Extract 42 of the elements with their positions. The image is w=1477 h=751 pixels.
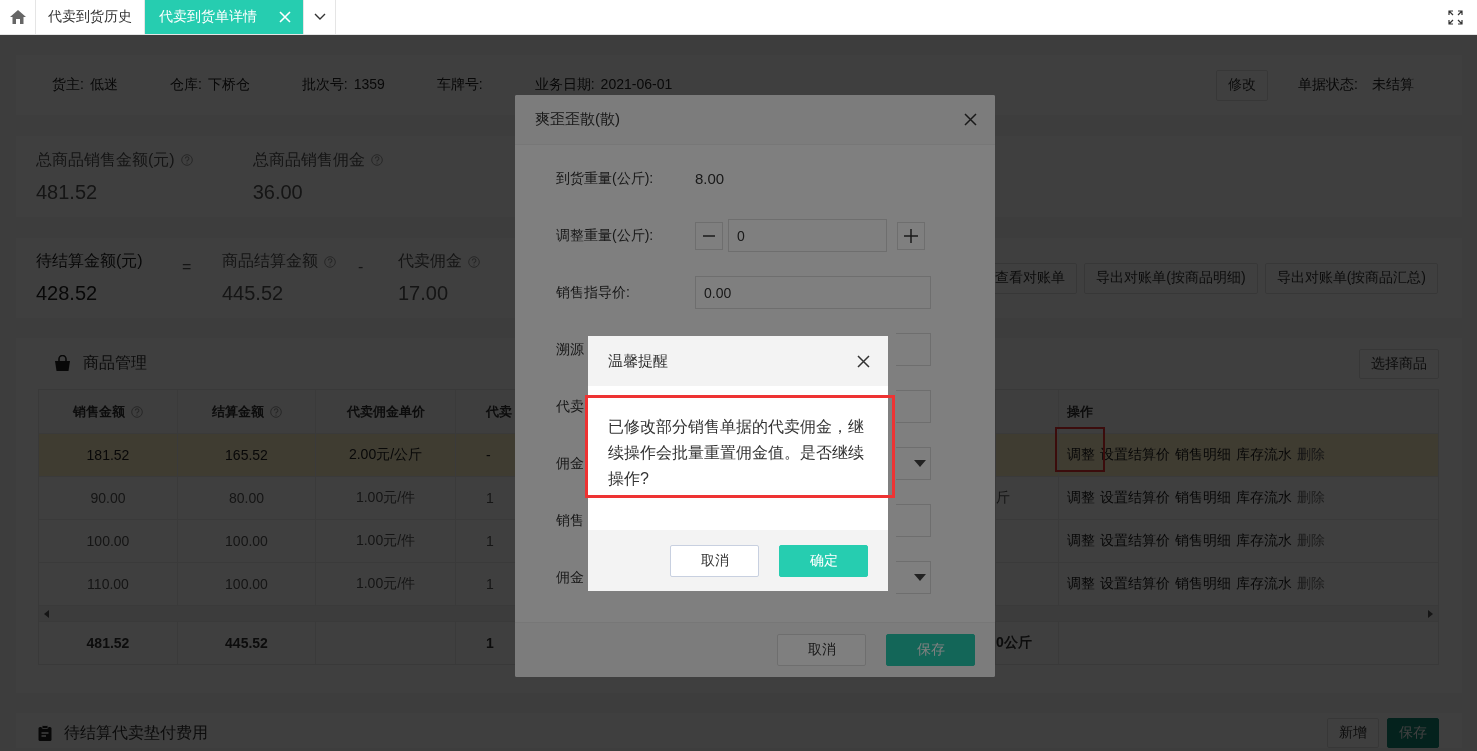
chevron-down-icon [313,13,326,21]
form-label: 销售 [556,511,584,528]
weight-input[interactable]: 0 [728,219,887,252]
fullscreen-icon[interactable] [1448,9,1463,25]
form-label: 佣金 [556,454,584,471]
input-field[interactable]: 0.00 [695,276,931,309]
scroll-left-icon[interactable] [44,609,50,618]
form-label: 调整重量(公斤): [556,226,654,243]
operator-sign: - [358,258,365,276]
operator-sign: = [182,258,193,276]
page-tab[interactable]: 代卖到货单详情 [145,0,304,34]
scroll-right-icon[interactable] [1427,609,1433,618]
help-icon[interactable] [324,255,336,268]
dialog-title: 爽歪歪散(散) [535,110,620,129]
form-label: 代卖 [556,397,584,414]
help-icon[interactable] [468,255,480,268]
plus-icon [904,228,918,243]
form-label: 销售指导价: [556,283,630,300]
select-field[interactable] [896,447,931,480]
confirm-button[interactable]: 确定 [779,544,868,577]
table-cell: - [486,447,491,463]
cancel-button[interactable]: 取消 [670,544,759,577]
help-icon[interactable] [370,154,383,166]
close-icon[interactable] [857,354,870,368]
input-field[interactable] [896,390,931,423]
form-label: 到货重量(公斤): [556,169,654,186]
form-label: 溯源 [556,340,584,357]
cancel-button[interactable]: 取消 [777,634,866,666]
increase-button[interactable] [897,221,925,250]
select-field[interactable] [896,561,931,594]
dialog-title: 温馨提醒 [608,351,668,371]
decrease-button[interactable] [695,221,723,250]
form-label: 佣金 [556,568,584,585]
clipboard-icon [38,725,52,741]
form-value: 8.00 [695,170,725,187]
caret-icon [914,574,926,581]
minus-icon [703,234,715,237]
caret-icon [914,460,926,467]
save-button[interactable]: 保存 [886,634,975,666]
home-icon [8,9,27,25]
help-icon[interactable] [180,154,193,166]
shopping-bag-icon [54,355,71,372]
